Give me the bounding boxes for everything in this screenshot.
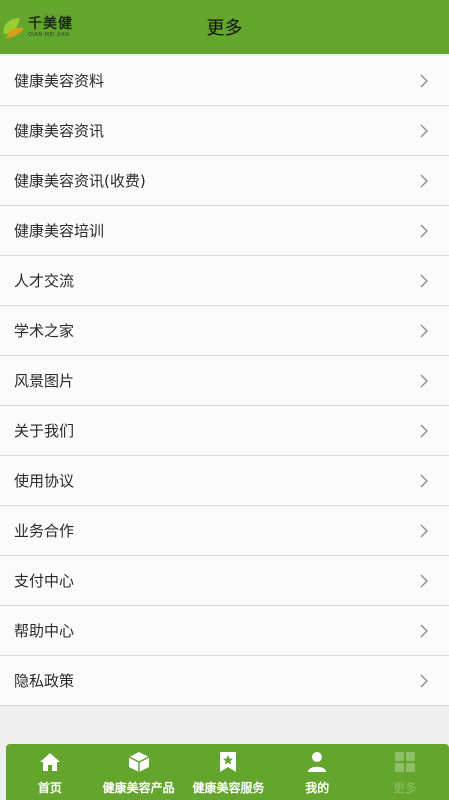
menu-item-label: 使用协议 xyxy=(14,472,75,490)
logo-text: 千美健 xyxy=(28,15,73,32)
menu-item-label: 隐私政策 xyxy=(14,672,75,690)
tab-beauty-products[interactable]: 健康美容产品 xyxy=(103,744,175,798)
menu-item-label: 关于我们 xyxy=(14,422,75,440)
user-icon xyxy=(308,752,327,772)
chevron-right-icon xyxy=(420,74,428,87)
tab-more[interactable]: 更多 xyxy=(370,744,440,798)
menu-item-label: 帮助中心 xyxy=(14,622,75,640)
menu-item-business-cooperation[interactable]: 业务合作 xyxy=(0,506,449,556)
menu-item-beauty-news[interactable]: 健康美容资讯 xyxy=(0,106,449,156)
menu-item-label: 人才交流 xyxy=(14,272,75,290)
menu-item-beauty-materials[interactable]: 健康美容资料 xyxy=(0,56,449,106)
menu-item-talent-exchange[interactable]: 人才交流 xyxy=(0,256,449,306)
menu-item-beauty-training[interactable]: 健康美容培训 xyxy=(0,206,449,256)
tab-label: 健康美容服务 xyxy=(192,781,265,795)
chevron-right-icon xyxy=(420,274,428,287)
menu-item-label: 支付中心 xyxy=(14,572,75,590)
menu-item-terms-of-use[interactable]: 使用协议 xyxy=(0,456,449,506)
logo-leaf-icon xyxy=(3,18,24,38)
chevron-right-icon xyxy=(420,474,428,487)
menu-item-label: 学术之家 xyxy=(14,322,75,340)
chevron-right-icon xyxy=(420,574,428,587)
chevron-right-icon xyxy=(420,374,428,387)
menu-item-privacy-policy[interactable]: 隐私政策 xyxy=(0,656,449,706)
page-title: 更多 xyxy=(206,18,243,39)
logo-subtext: QIAN MEI JIAN xyxy=(28,31,70,38)
tab-label: 更多 xyxy=(393,781,418,795)
chevron-right-icon xyxy=(420,624,428,637)
home-icon xyxy=(39,753,60,771)
menu-item-label: 健康美容资讯(收费) xyxy=(14,172,146,190)
bottom-tab-bar: 首页 健康美容产品 健康美容服务 我的 更多 xyxy=(6,744,449,800)
chevron-right-icon xyxy=(420,324,428,337)
menu-item-label: 健康美容资料 xyxy=(14,72,105,90)
menu-item-payment-center[interactable]: 支付中心 xyxy=(0,556,449,606)
chevron-right-icon xyxy=(420,224,428,237)
menu-item-label: 风景图片 xyxy=(14,372,75,390)
menu-item-about-us[interactable]: 关于我们 xyxy=(0,406,449,456)
menu-item-help-center[interactable]: 帮助中心 xyxy=(0,606,449,656)
app-logo[interactable]: 千美健 QIAN MEI JIAN xyxy=(0,9,84,45)
chevron-right-icon xyxy=(420,674,428,687)
chevron-right-icon xyxy=(420,124,428,137)
more-menu-list: 健康美容资料 健康美容资讯 健康美容资讯(收费) 健康美容培训 人才交流 学术之… xyxy=(0,56,449,706)
menu-item-academic-home[interactable]: 学术之家 xyxy=(0,306,449,356)
chevron-right-icon xyxy=(420,424,428,437)
tab-label: 我的 xyxy=(305,781,330,795)
menu-item-label: 健康美容培训 xyxy=(14,222,105,240)
chevron-right-icon xyxy=(420,524,428,537)
tab-label: 首页 xyxy=(37,781,62,795)
menu-item-scenery-pictures[interactable]: 风景图片 xyxy=(0,356,449,406)
tab-mine[interactable]: 我的 xyxy=(282,744,352,798)
box-icon xyxy=(128,752,150,772)
tab-beauty-services[interactable]: 健康美容服务 xyxy=(192,744,264,798)
menu-item-label: 健康美容资讯 xyxy=(14,122,105,140)
menu-item-beauty-news-paid[interactable]: 健康美容资讯(收费) xyxy=(0,156,449,206)
top-bar: 千美健 QIAN MEI JIAN 更多 xyxy=(0,0,449,54)
tab-label: 健康美容产品 xyxy=(102,781,175,795)
menu-item-label: 业务合作 xyxy=(14,522,75,540)
chevron-right-icon xyxy=(420,174,428,187)
bookmark-star-icon xyxy=(220,752,237,772)
tab-home[interactable]: 首页 xyxy=(15,744,85,798)
grid-icon xyxy=(395,752,416,772)
